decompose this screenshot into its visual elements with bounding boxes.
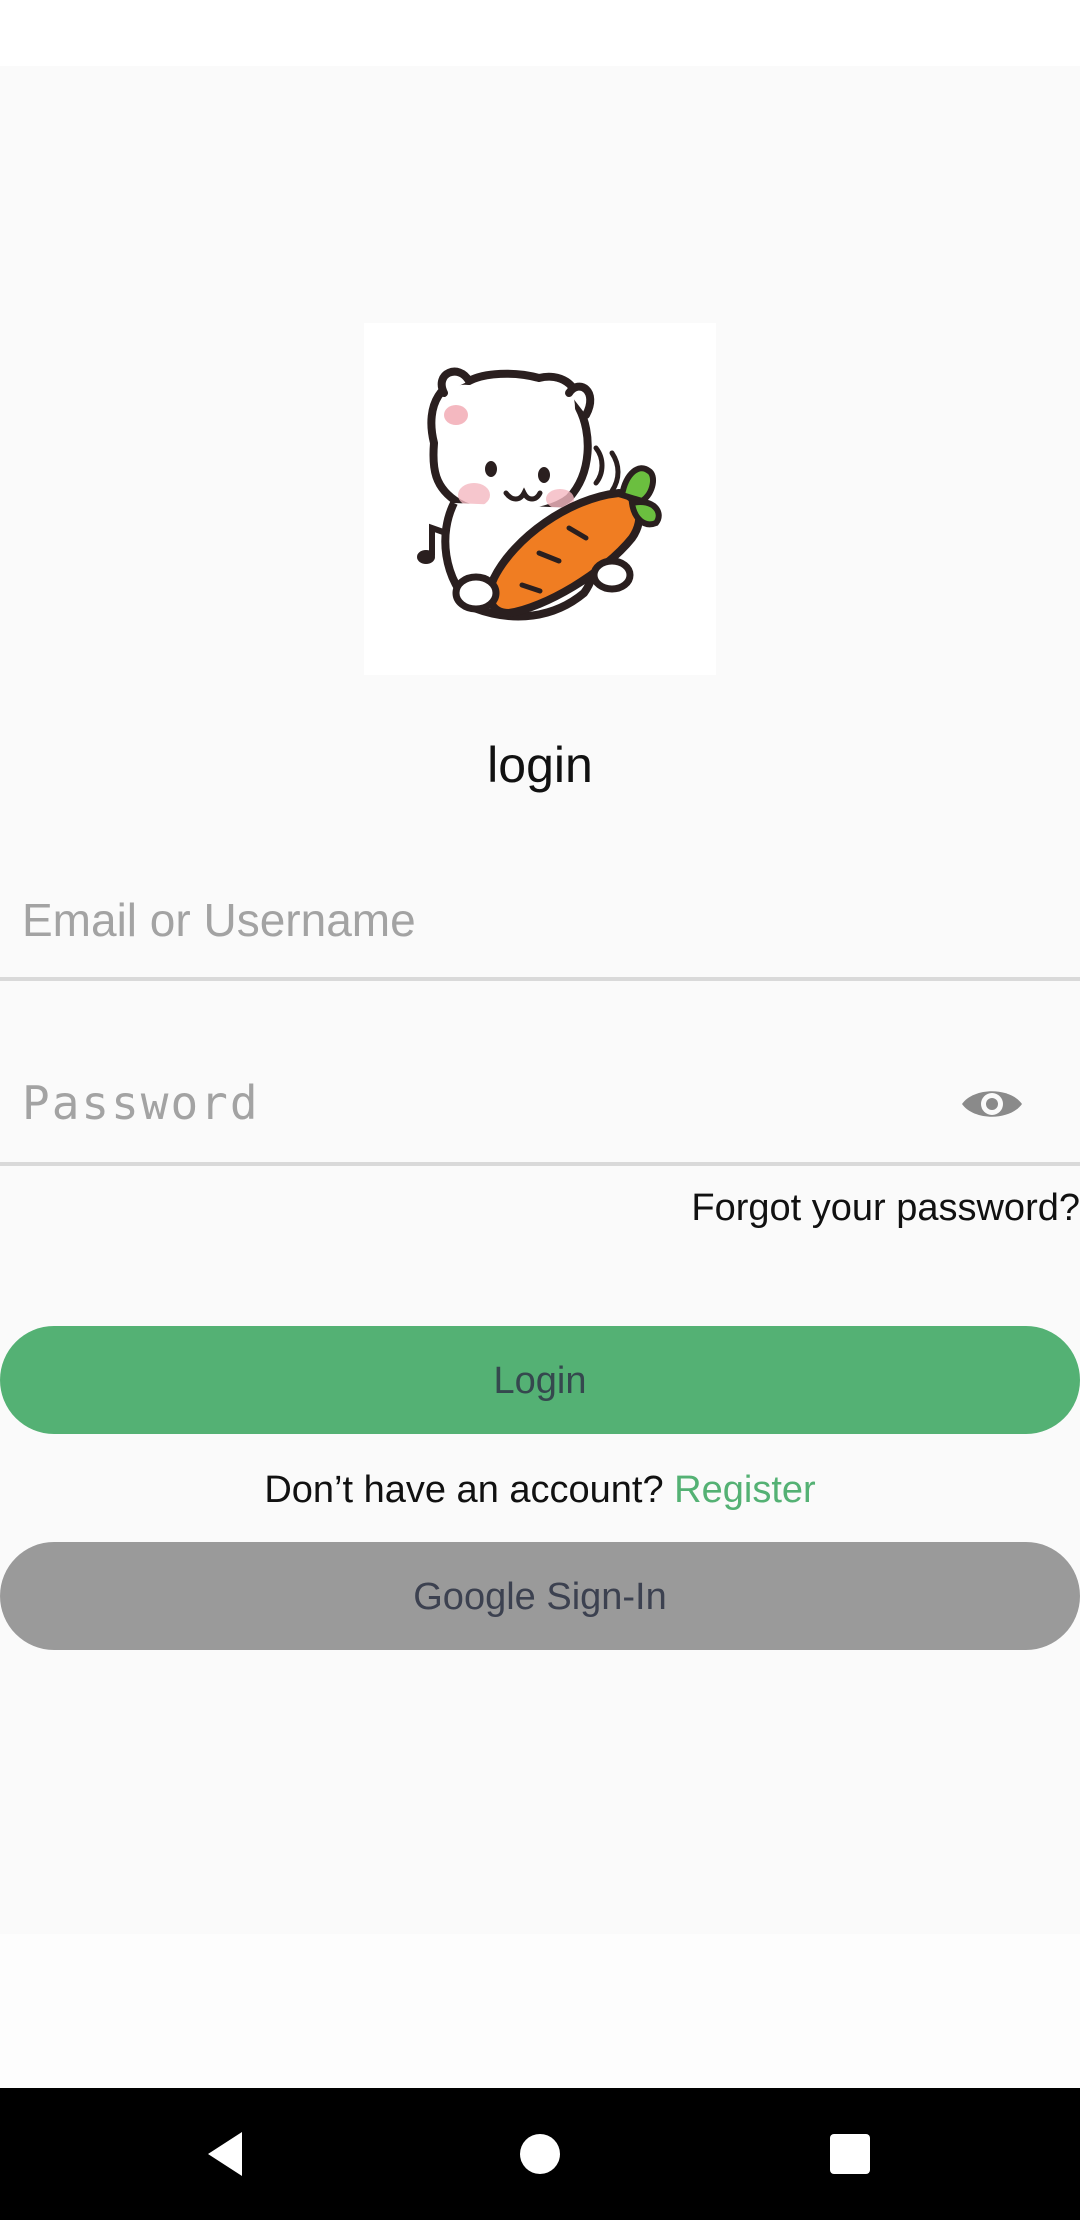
email-field[interactable] bbox=[0, 870, 1080, 982]
password-underline bbox=[0, 1162, 1080, 1166]
google-sign-in-button[interactable]: Google Sign-In bbox=[0, 1542, 1080, 1650]
eye-icon[interactable] bbox=[960, 1081, 1024, 1127]
login-button[interactable]: Login bbox=[0, 1326, 1080, 1434]
status-bar bbox=[0, 0, 1080, 66]
bottom-spacer bbox=[0, 1934, 1080, 2088]
home-circle-icon bbox=[520, 2134, 560, 2174]
email-underline bbox=[0, 977, 1080, 981]
password-input[interactable] bbox=[22, 1053, 922, 1153]
app-logo bbox=[364, 323, 716, 675]
recents-square-icon bbox=[830, 2134, 870, 2174]
forgot-password-link[interactable]: Forgot your password? bbox=[691, 1180, 1080, 1236]
email-input[interactable] bbox=[22, 870, 922, 970]
nav-home-button[interactable] bbox=[460, 2088, 620, 2220]
bear-carrot-illustration bbox=[417, 367, 662, 621]
register-link[interactable]: Register bbox=[674, 1469, 816, 1511]
back-triangle-icon bbox=[208, 2132, 242, 2176]
register-prompt-text: Don’t have an account? bbox=[264, 1469, 664, 1511]
nav-recents-button[interactable] bbox=[770, 2088, 930, 2220]
nav-back-button[interactable] bbox=[146, 2088, 306, 2220]
page-title: login bbox=[487, 737, 593, 793]
register-prompt-line: Don’t have an account? Register bbox=[0, 1462, 1080, 1518]
system-nav-bar bbox=[0, 2088, 1080, 2220]
password-field[interactable] bbox=[0, 1053, 1080, 1169]
